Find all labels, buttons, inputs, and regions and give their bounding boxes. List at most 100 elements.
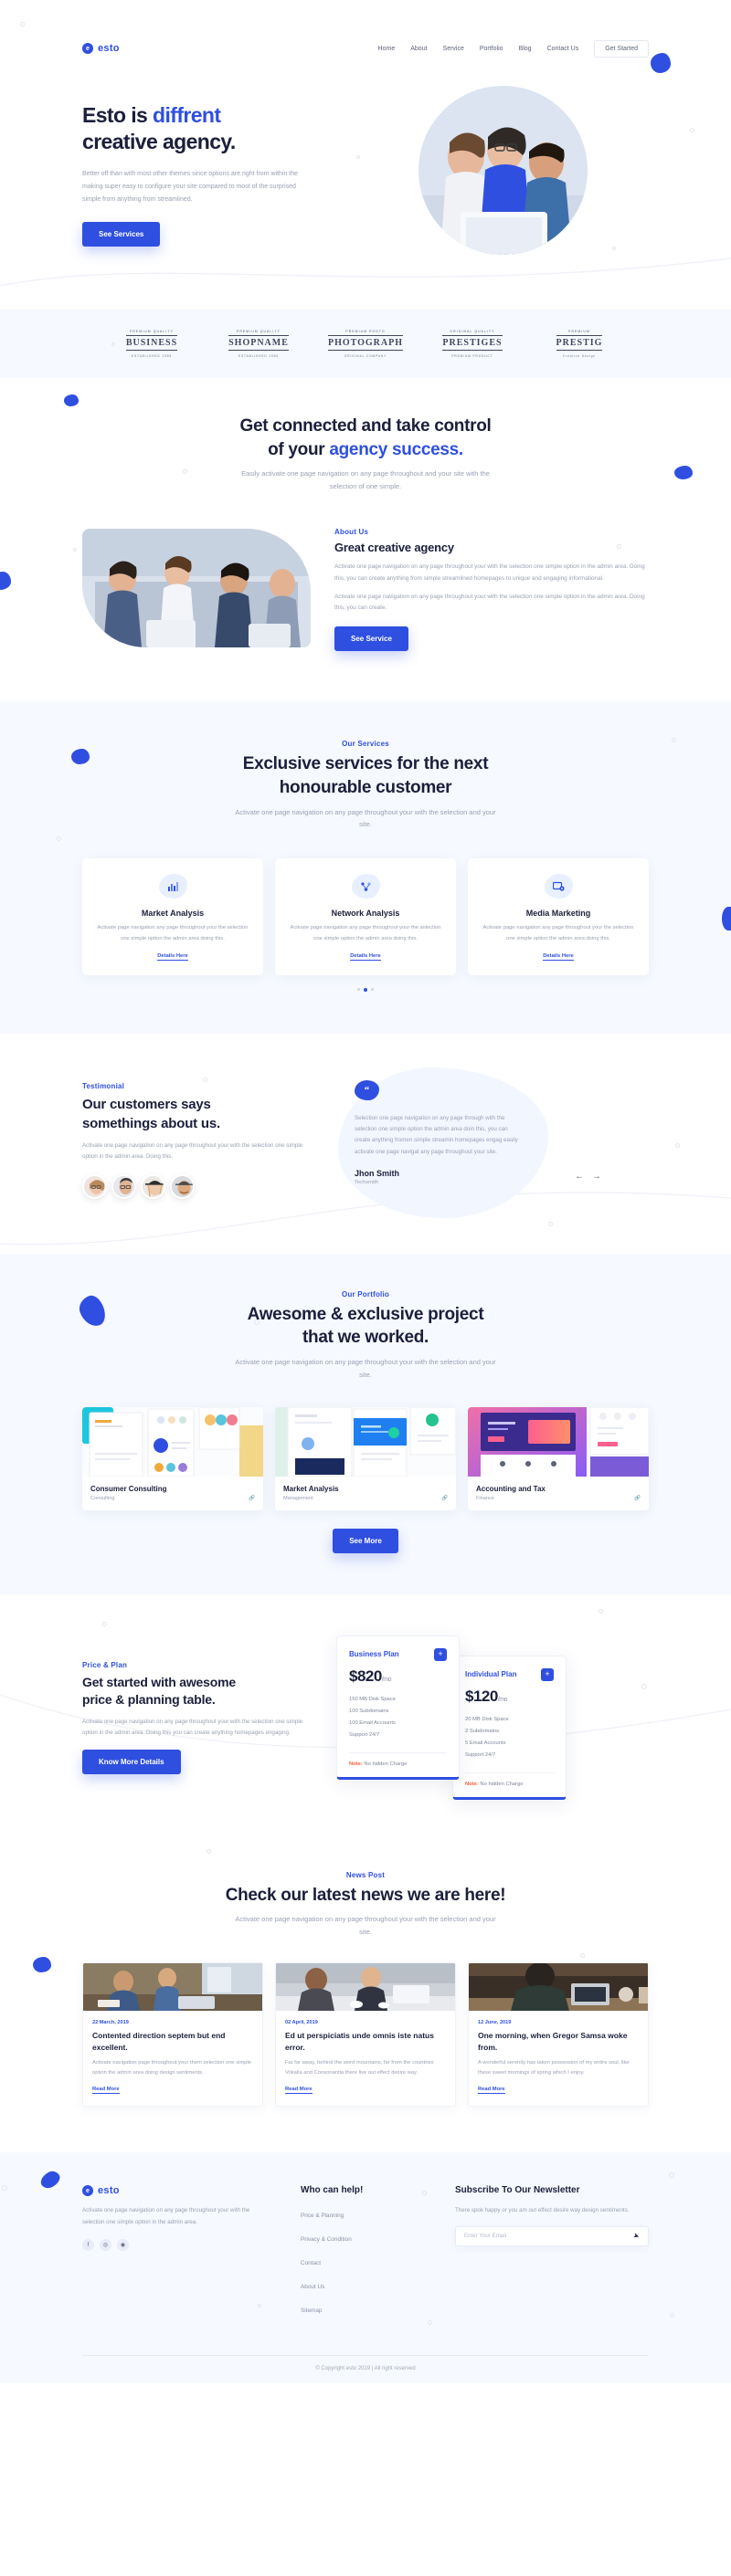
facebook-icon[interactable]: f — [82, 2239, 94, 2252]
blog-read-more-link[interactable]: Read More — [478, 2087, 505, 2095]
about-eyebrow: About Us — [334, 528, 369, 537]
portfolio-card[interactable]: Market Analysis Management 🔗 — [275, 1406, 456, 1510]
connected-title-accent: agency success. — [329, 439, 463, 459]
client-logo-name: PHOTOGRAPH — [327, 335, 404, 351]
decor-blob — [33, 1956, 51, 1972]
portfolio-title-line1: Awesome & exclusive project — [247, 1304, 484, 1324]
price-text: Activate one page navigation on any page… — [82, 1718, 303, 1736]
blog-excerpt: A wonderful serenity has taken possessio… — [478, 2059, 630, 2077]
site-footer: e esto Activate one page navigation on a… — [0, 2152, 731, 2384]
plus-icon[interactable]: + — [541, 1667, 554, 1681]
connected-title-line1: Get connected and take control — [239, 416, 492, 436]
nav-item-service[interactable]: Service — [443, 46, 464, 52]
see-more-button[interactable]: See More — [333, 1528, 398, 1553]
service-card[interactable]: Market Analysis Activate page navigation… — [82, 858, 263, 975]
services-carousel-dots[interactable] — [82, 987, 649, 992]
link-icon[interactable]: 🔗 — [441, 1496, 448, 1501]
service-details-link[interactable]: Details Here — [543, 953, 574, 961]
nav-item-contact-us[interactable]: Contact Us — [547, 46, 579, 52]
footer-logo[interactable]: e esto — [82, 2185, 270, 2197]
testimonial-author: Jhon Smith — [355, 1169, 399, 1179]
decor-dot — [675, 1142, 680, 1148]
plan-amount: $120 — [465, 1687, 498, 1705]
network-icon — [351, 874, 380, 899]
footer-link-price-planning[interactable]: Price & Planning — [301, 2213, 344, 2219]
plan-feature: 20 MB Disk Space — [465, 1716, 509, 1722]
carousel-dot-active[interactable] — [364, 987, 367, 992]
prev-arrow-icon[interactable]: ← — [575, 1172, 584, 1182]
clients-section: PREMIUM QUALITY BUSINESS ESTABLISHED 198… — [0, 310, 731, 378]
logo-text: esto — [98, 2185, 120, 2197]
quote-icon: “ — [355, 1079, 379, 1100]
services-section: Our Services Exclusive services for the … — [0, 701, 731, 1034]
plan-amount: $820 — [349, 1667, 382, 1685]
service-details-link[interactable]: Details Here — [350, 953, 381, 961]
dribbble-icon[interactable]: ◉ — [117, 2239, 129, 2252]
see-services-button[interactable]: See Services — [82, 221, 161, 247]
connected-title: Get connected and take control of your a… — [82, 415, 649, 461]
avatar[interactable] — [111, 1173, 136, 1199]
plan-note-label: Note: — [349, 1761, 363, 1767]
decor-blob — [64, 394, 79, 406]
pricing-card-business[interactable]: Business Plan + $820/mo 150 MB Disk Spac… — [336, 1635, 460, 1780]
carousel-dot[interactable] — [357, 987, 360, 991]
service-card-text: Activate page navigation any page throug… — [290, 925, 441, 941]
footer-link-about-us[interactable]: About Us — [301, 2284, 324, 2290]
avatar[interactable] — [82, 1173, 107, 1199]
hero-section: e esto Home About Service Portfolio Blog… — [0, 0, 731, 310]
portfolio-card[interactable]: Consumer Consulting Consulting 🔗 — [82, 1406, 263, 1510]
avatar[interactable] — [170, 1173, 195, 1199]
link-icon[interactable]: 🔗 — [634, 1496, 641, 1501]
instagram-icon[interactable]: ◎ — [100, 2239, 111, 2252]
portfolio-card-category: Consulting — [90, 1495, 115, 1501]
nav-item-blog[interactable]: Blog — [519, 46, 532, 52]
portfolio-sub: Activate one page navigation on any page… — [235, 1357, 496, 1379]
service-details-link[interactable]: Details Here — [157, 953, 188, 961]
pricing-card-individual[interactable]: Individual Plan + $120/mo 20 MB Disk Spa… — [452, 1655, 567, 1800]
portfolio-section: Our Portfolio Awesome & exclusive projec… — [0, 1253, 731, 1594]
testimonial-quote-card: “ Selection one page navigation on any p… — [338, 1067, 649, 1218]
get-started-button[interactable]: Get Started — [594, 39, 649, 58]
newsletter-title: Subscribe To Our Newsletter — [455, 2185, 580, 2196]
service-cards: Market Analysis Activate page navigation… — [82, 858, 649, 975]
blog-card[interactable]: 02 April, 2019 Ed ut perspiciatis unde o… — [275, 1962, 456, 2108]
know-more-details-button[interactable]: Know More Details — [82, 1749, 181, 1774]
about-title: Great creative agency — [334, 541, 454, 555]
plan-feature: 5 Email Accounts — [465, 1740, 506, 1746]
footer-socials: f ◎ ◉ — [82, 2239, 270, 2252]
blog-read-more-link[interactable]: Read More — [92, 2087, 120, 2095]
decor-dot — [207, 1848, 211, 1854]
blog-read-more-link[interactable]: Read More — [285, 2087, 313, 2095]
plus-icon[interactable]: + — [434, 1647, 447, 1661]
logo[interactable]: e esto — [82, 43, 120, 54]
email-input[interactable] — [464, 2233, 634, 2240]
price-title-line2: price & planning table. — [82, 1692, 216, 1708]
about-content: About Us Great creative agency Activate … — [82, 524, 649, 652]
see-service-button[interactable]: See Service — [334, 626, 408, 652]
next-arrow-icon[interactable]: → — [592, 1172, 601, 1182]
avatar[interactable] — [141, 1173, 165, 1199]
footer-link-sitemap[interactable]: Sitemap — [301, 2308, 322, 2314]
blog-card[interactable]: 22 March, 2019 Contented direction septe… — [82, 1962, 263, 2108]
send-icon[interactable]: ➤ — [632, 2231, 641, 2241]
nav-item-about[interactable]: About — [410, 46, 427, 52]
hero-paragraph: Better off than with most other themes s… — [82, 170, 299, 203]
footer-link-contact[interactable]: Contact — [301, 2260, 321, 2266]
blog-photo — [276, 1963, 455, 2012]
link-icon[interactable]: 🔗 — [249, 1496, 255, 1501]
newsletter-text: There spok happy or you am out effect de… — [455, 2207, 630, 2214]
plan-price: $120/mo — [465, 1688, 554, 1706]
blog-card[interactable]: 12 June, 2019 One morning, when Gregor S… — [468, 1962, 649, 2108]
service-card[interactable]: Network Analysis Activate page navigatio… — [275, 858, 456, 975]
plan-note: Note: No hidden Charge — [465, 1772, 554, 1787]
media-icon — [544, 874, 573, 899]
footer-link-privacy-condition[interactable]: Privacy & Condition — [301, 2236, 352, 2243]
service-card[interactable]: Media Marketing Activate page navigation… — [468, 858, 649, 975]
price-copy: Price & Plan Get started with awesome pr… — [82, 1661, 311, 1774]
carousel-dot[interactable] — [371, 987, 374, 991]
plan-feature: 100 Email Accounts — [349, 1719, 396, 1726]
nav-item-home[interactable]: Home — [378, 46, 396, 52]
portfolio-card[interactable]: Accounting and Tax Finance 🔗 — [468, 1406, 649, 1510]
portfolio-meta: Accounting and Tax Finance 🔗 — [468, 1477, 649, 1510]
nav-item-portfolio[interactable]: Portfolio — [480, 46, 503, 52]
